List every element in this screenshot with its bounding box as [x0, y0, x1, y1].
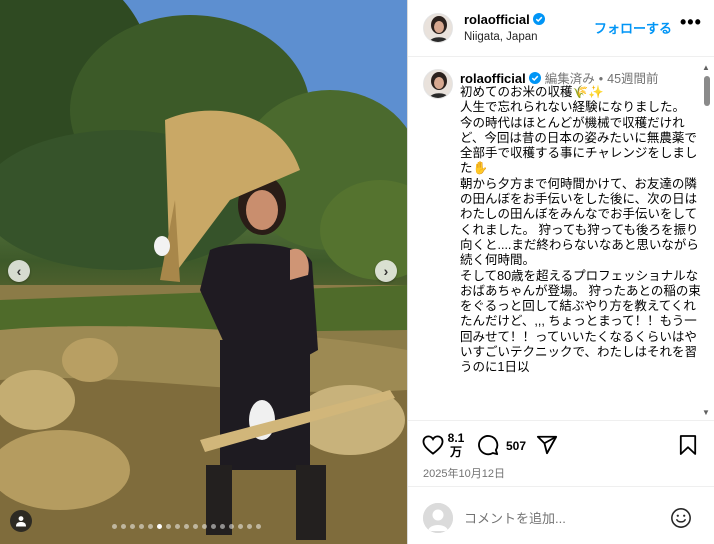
carousel-dot: [148, 524, 153, 529]
carousel-dot: [247, 524, 252, 529]
location-link[interactable]: Niigata, Japan: [464, 31, 538, 43]
carousel-dot: [220, 524, 225, 529]
username[interactable]: rolaofficial: [464, 12, 545, 27]
comment-input[interactable]: [464, 507, 664, 529]
carousel-dot: [229, 524, 234, 529]
carousel-dot: [157, 524, 162, 529]
post-header: rolaofficial Niigata, Japan フォローする •••: [408, 0, 714, 57]
separator-dot: •: [598, 72, 604, 86]
like-count[interactable]: 8.1 万: [447, 431, 465, 459]
post-panel: rolaofficial Niigata, Japan フォローする ••• r…: [407, 0, 714, 544]
carousel-dot: [256, 524, 261, 529]
carousel-next-button[interactable]: ›: [375, 260, 397, 282]
emoji-icon[interactable]: [670, 507, 692, 529]
verified-badge-icon: [528, 72, 541, 84]
user-tag-icon: [16, 516, 26, 527]
carousel-prev-button[interactable]: ‹: [8, 260, 30, 282]
avatar-image: [424, 14, 452, 42]
post-media[interactable]: ‹ ›: [0, 0, 407, 544]
carousel-dot: [202, 524, 207, 529]
carousel-dot: [130, 524, 135, 529]
verified-badge-icon: [532, 13, 545, 25]
avatar-image: [424, 70, 452, 98]
carousel-dot: [184, 524, 189, 529]
post-time[interactable]: 45週間前: [607, 72, 658, 86]
share-icon[interactable]: [536, 434, 558, 456]
bookmark-icon[interactable]: [679, 434, 697, 456]
carousel-dot: [238, 524, 243, 529]
post-photo: [0, 0, 407, 544]
caption-avatar[interactable]: [423, 69, 453, 99]
heart-icon[interactable]: [422, 435, 444, 455]
edited-label: 編集済み: [544, 72, 595, 86]
caption-text: 初めてのお米の収穫🌾✨ 人生で忘れられない経験になりました。 今の時代はほとんど…: [460, 85, 701, 375]
avatar[interactable]: [423, 13, 453, 43]
carousel-dot: [211, 524, 216, 529]
post-actions: 8.1 万 507 2025年10月12日: [408, 420, 714, 482]
follow-button[interactable]: フォローする: [594, 18, 672, 37]
caption-scrollbar[interactable]: ▲ ▼: [701, 64, 711, 419]
carousel-dot: [166, 524, 171, 529]
carousel-indicator: [112, 524, 261, 529]
carousel-dot: [175, 524, 180, 529]
comment-count[interactable]: 507: [506, 439, 526, 453]
post-date[interactable]: 2025年10月12日: [423, 465, 505, 481]
carousel-dot: [193, 524, 198, 529]
scroll-down-icon[interactable]: ▼: [702, 409, 710, 417]
add-comment-bar: [408, 486, 714, 544]
more-options-button[interactable]: •••: [680, 12, 702, 33]
chevron-right-icon: ›: [383, 263, 389, 279]
username-text[interactable]: rolaofficial: [464, 12, 530, 27]
caption-section: rolaofficial 編集済み • 45週間前 初めてのお米の収穫🌾✨ 人生で忘…: [408, 57, 714, 420]
default-avatar-icon: [423, 503, 453, 533]
more-icon: •••: [680, 12, 702, 32]
carousel-dot: [112, 524, 117, 529]
scroll-thumb[interactable]: [704, 76, 710, 106]
carousel-dot: [139, 524, 144, 529]
comment-icon[interactable]: [477, 434, 499, 456]
caption-username[interactable]: rolaofficial: [460, 71, 526, 86]
current-user-avatar: [423, 503, 453, 533]
user-tags-button[interactable]: [10, 510, 32, 532]
carousel-dot: [121, 524, 126, 529]
scroll-up-icon[interactable]: ▲: [702, 64, 710, 72]
chevron-left-icon: ‹: [16, 263, 22, 279]
